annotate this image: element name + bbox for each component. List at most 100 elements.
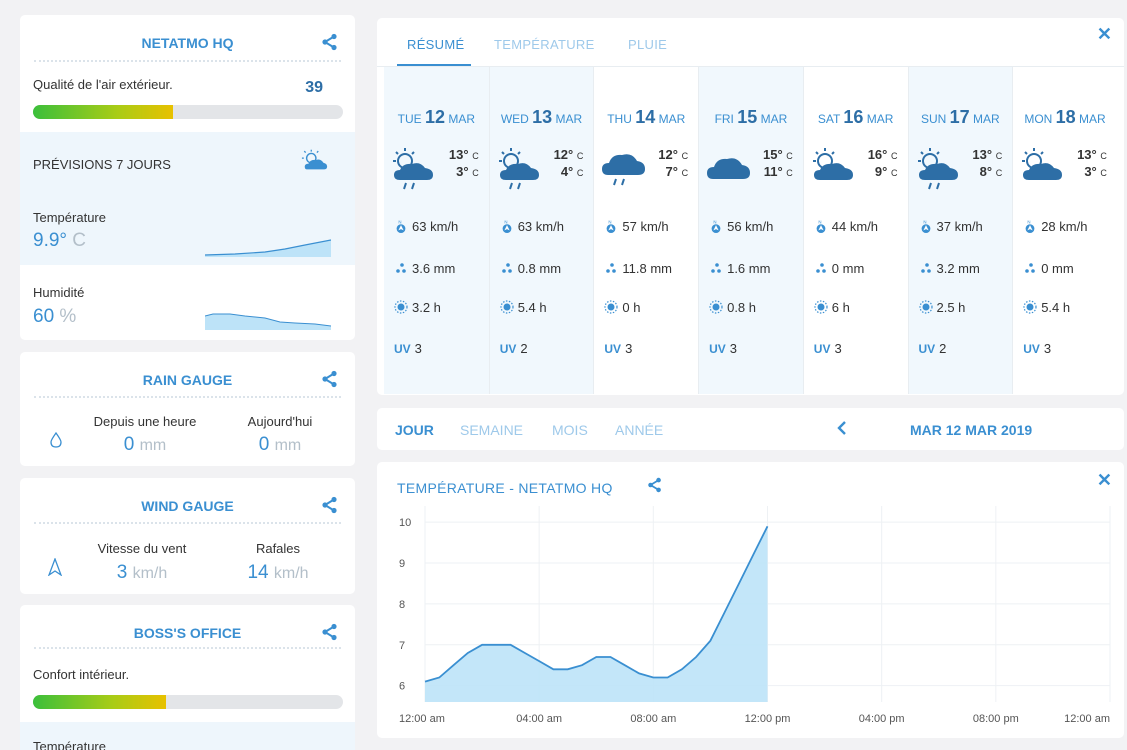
- day-high: 13°: [972, 147, 993, 162]
- chevron-left-icon[interactable]: [837, 420, 847, 436]
- day-uv-value: 3: [625, 341, 633, 356]
- x-tick-label: 12:00 pm: [745, 713, 791, 725]
- divider: [34, 647, 341, 649]
- y-tick-label: 10: [399, 517, 411, 529]
- share-icon[interactable]: [321, 33, 339, 51]
- day-number: 14: [635, 107, 656, 127]
- svg-text:N: N: [398, 219, 401, 224]
- sunshine-icon: [918, 300, 937, 315]
- day-rain-value: 3.6 mm: [412, 261, 456, 276]
- wind-compass-icon: N: [919, 219, 937, 234]
- day-high: 12°: [658, 147, 678, 162]
- temperature-band[interactable]: Température 9.9° C: [20, 192, 355, 265]
- forecast-day[interactable]: THU 14 MAR 12° C 7° C N 57 km/h 11.8 mm 0 h UV 3: [593, 67, 698, 394]
- day-dow: SUN: [920, 112, 947, 126]
- share-icon[interactable]: [321, 370, 339, 388]
- day-uv: UV 2: [500, 341, 528, 356]
- period-tab-jour[interactable]: JOUR: [395, 422, 434, 438]
- forecast-day[interactable]: SAT 16 MAR 16° C 9° C N 44 km/h 0 mm 6 h UV 3: [802, 67, 908, 394]
- wind-compass-icon: N: [500, 219, 518, 234]
- day-uv: UV 3: [814, 341, 842, 356]
- forecast-day[interactable]: FRI 15 MAR 15° C 11° C N 56 km/h 1.6 mm 0.8 h U…: [698, 67, 803, 394]
- y-tick-label: 7: [399, 640, 405, 652]
- uv-label: UV: [1023, 342, 1040, 356]
- sunshine-icon: [709, 300, 727, 315]
- day-low: 9°: [874, 164, 888, 179]
- day-rain-value: 3.2 mm: [936, 261, 980, 276]
- day-sun: 2.5 h: [918, 300, 966, 315]
- sunshine-icon: [814, 300, 832, 315]
- wind-speed-number: 3: [116, 562, 128, 583]
- day-dow: WED: [500, 112, 529, 126]
- humidity-unit: %: [59, 306, 77, 327]
- temperature-chart: 6 7 8 9 10 12:00 am 04:00 am 08:00 am 12:00 pm 04…: [399, 506, 1111, 725]
- forecast-day[interactable]: WED 13 MAR 12° C 4° C N 63 km/h 0.8 mm 5.4 h UV…: [488, 67, 594, 394]
- day-rain: 3.2 mm: [919, 261, 980, 276]
- wind-compass-icon: N: [1023, 219, 1041, 234]
- station-title: WIND GAUGE: [141, 498, 234, 514]
- day-number: 13: [532, 107, 553, 127]
- svg-text:N: N: [1028, 219, 1031, 224]
- day-number: 16: [843, 107, 864, 127]
- day-rain-value: 0 mm: [831, 261, 865, 276]
- day-uv: UV 2: [919, 341, 947, 356]
- day-high: 12°: [553, 147, 574, 162]
- wind-arrow-icon: [48, 558, 62, 576]
- temperature-sparkline: [205, 239, 331, 257]
- sunshine-icon: [1023, 300, 1041, 315]
- raindrop-icon: [50, 432, 62, 448]
- x-tick-label: 08:00 am: [630, 713, 676, 725]
- sun-cloud-rain-icon: [917, 148, 958, 190]
- day-low: 3°: [456, 164, 469, 179]
- temperature-number: 9.9°: [33, 230, 68, 251]
- tab-pluie[interactable]: PLUIE: [628, 37, 667, 52]
- period-tab-annee[interactable]: ANNÉE: [615, 422, 663, 438]
- day-month: MAR: [866, 112, 894, 126]
- period-tab-mois[interactable]: MOIS: [552, 422, 588, 438]
- day-month: MAR: [760, 112, 788, 126]
- share-icon[interactable]: [321, 623, 339, 641]
- station-card-boss: BOSS'S OFFICE Confort intérieur. Tempéra…: [20, 605, 355, 750]
- air-quality-fill: [33, 105, 173, 119]
- day-rain-value: 11.8 mm: [622, 261, 672, 276]
- humidity-label: Humidité: [33, 285, 85, 300]
- rain-hour-unit: mm: [139, 437, 167, 454]
- day-header: MON 18 MAR: [1013, 107, 1117, 128]
- wind-compass-icon: N: [709, 219, 727, 234]
- tab-resume[interactable]: RÉSUMÉ: [407, 37, 464, 52]
- period-bar: JOUR SEMAINE MOIS ANNÉE MAR 12 MAR 2019: [377, 408, 1124, 450]
- forecast-day[interactable]: TUE 12 MAR 13° C 3° C N 63 km/h 3.6 mm 3.2 h UV…: [384, 67, 489, 394]
- close-icon[interactable]: ✕: [1097, 24, 1112, 45]
- uv-label: UV: [813, 342, 831, 356]
- air-quality-bar: [33, 105, 343, 119]
- day-high-unit: C: [786, 151, 793, 161]
- day-high-unit: C: [681, 151, 689, 161]
- day-low-unit: C: [995, 168, 1003, 178]
- tab-temperature[interactable]: TEMPÉRATURE: [494, 37, 595, 52]
- share-icon[interactable]: [321, 496, 339, 514]
- x-tick-label: 12:00 am: [1064, 713, 1110, 725]
- wind-compass-icon: N: [394, 219, 412, 234]
- day-sun-value: 2.5 h: [936, 300, 966, 315]
- humidity-value: 60 %: [33, 306, 76, 328]
- boss-temperature-label: Température: [33, 739, 106, 750]
- forecast-day[interactable]: MON 18 MAR 13° C 3° C N 28 km/h 0 mm 5.4 h UV 3: [1012, 67, 1117, 394]
- day-uv: UV 3: [394, 341, 422, 356]
- day-high: 16°: [867, 147, 888, 162]
- forecast-band[interactable]: PRÉVISIONS 7 JOURS: [20, 132, 355, 192]
- day-low: 3°: [1084, 164, 1097, 179]
- day-header: TUE 12 MAR: [384, 107, 489, 128]
- rain-drops-icon: [709, 261, 727, 276]
- day-rain-value: 1.6 mm: [727, 261, 771, 276]
- boss-temperature-band[interactable]: Température: [20, 722, 355, 750]
- wind-compass-icon: N: [814, 219, 832, 234]
- day-sun: 0.8 h: [709, 300, 756, 315]
- uv-label: UV: [604, 342, 622, 356]
- cloud-rain-icon: [602, 154, 646, 186]
- day-month: MAR: [555, 112, 583, 126]
- day-header: THU 14 MAR: [594, 107, 698, 128]
- period-tab-semaine[interactable]: SEMAINE: [460, 422, 523, 438]
- forecast-day[interactable]: SUN 17 MAR 13° C 8° C N 37 km/h 3.2 mm 2.5 h UV…: [907, 67, 1013, 394]
- day-uv: UV 3: [604, 341, 632, 356]
- day-wind: N 57 km/h: [604, 219, 669, 234]
